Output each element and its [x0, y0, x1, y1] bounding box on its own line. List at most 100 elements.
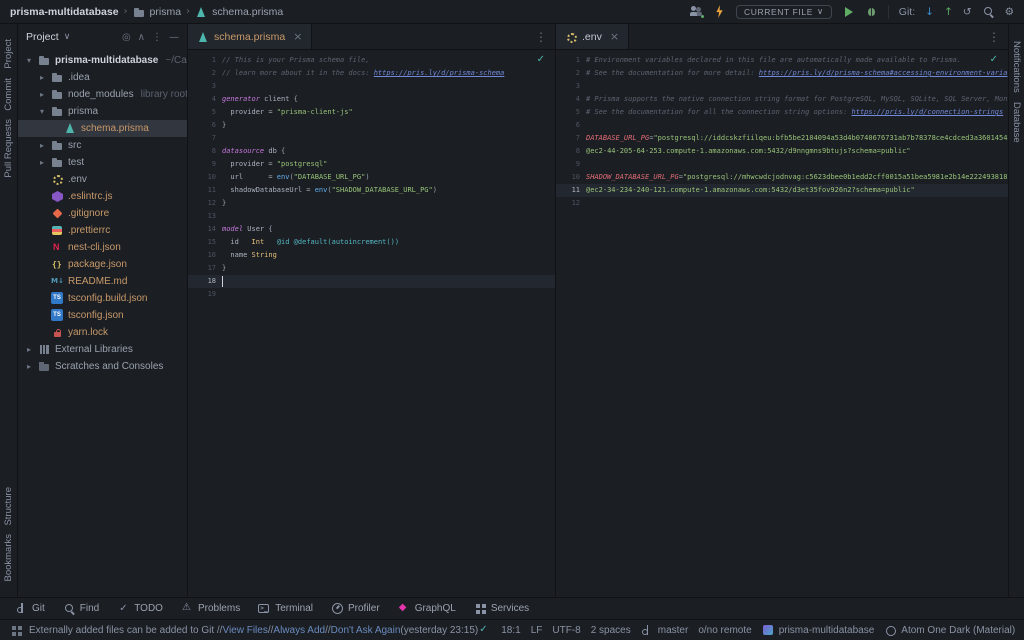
editor-options-icon[interactable]: ⋮: [527, 30, 555, 44]
tool-stripe-pull-requests[interactable]: Pull Requests: [3, 119, 14, 178]
project-panel-title[interactable]: Project: [26, 31, 59, 43]
toolwindow-button-problems[interactable]: Problems: [174, 600, 247, 617]
status-link[interactable]: Always Add: [273, 625, 325, 636]
line-number[interactable]: 4: [556, 93, 580, 106]
code-line[interactable]: }: [222, 119, 504, 132]
git-push-icon[interactable]: ↑: [944, 6, 953, 18]
line-number[interactable]: 2: [188, 67, 216, 80]
search-everywhere-icon[interactable]: [982, 5, 995, 18]
line-number[interactable]: 11: [188, 184, 216, 197]
line-number[interactable]: 7: [556, 132, 580, 145]
status-line-separator[interactable]: LF: [531, 625, 543, 636]
line-number[interactable]: 8: [188, 145, 216, 158]
chevron-right-icon[interactable]: ▸: [37, 90, 47, 99]
tree-item-nest-cli.json[interactable]: nest-cli.json: [18, 239, 187, 256]
line-number[interactable]: 19: [188, 288, 216, 301]
status-inspections-status[interactable]: [478, 624, 491, 637]
line-number[interactable]: 10: [556, 171, 580, 184]
editor-options-icon[interactable]: ⋮: [980, 30, 1008, 44]
code-area[interactable]: # Environment variables declared in this…: [586, 54, 1008, 210]
status-git-branch[interactable]: master: [641, 624, 689, 637]
chevron-down-icon[interactable]: ∨: [64, 32, 71, 42]
git-update-icon[interactable]: ↓: [925, 6, 934, 18]
inspections-ok-icon[interactable]: ✓: [990, 53, 998, 66]
status-indent-setting[interactable]: 2 spaces: [591, 625, 631, 636]
code-line[interactable]: datasource db {: [222, 145, 504, 158]
code-line[interactable]: [222, 275, 504, 288]
code-line[interactable]: name String: [222, 249, 504, 262]
line-number[interactable]: 9: [556, 158, 580, 171]
code-line[interactable]: @ec2-34-234-240-121.compute-1.amazonaws.…: [586, 184, 1008, 197]
code-line[interactable]: # Environment variables declared in this…: [586, 54, 1008, 67]
tree-item-package.json[interactable]: package.json: [18, 256, 187, 273]
breadcrumb-folder[interactable]: prisma: [150, 6, 182, 18]
code-line[interactable]: DATABASE_URL_PG="postgresql://iddcskzfii…: [586, 132, 1008, 145]
code-line[interactable]: // learn more about it in the docs: http…: [222, 67, 504, 80]
run-configuration-dropdown[interactable]: CURRENT FILE ∨: [736, 5, 832, 19]
line-number[interactable]: 17: [188, 262, 216, 275]
status-file-encoding[interactable]: UTF-8: [552, 625, 580, 636]
collaboration-icon[interactable]: [690, 5, 703, 18]
line-number[interactable]: 3: [188, 80, 216, 93]
code-line[interactable]: # Prisma supports the native connection …: [586, 93, 1008, 106]
tree-item-.eslintrc.js[interactable]: .eslintrc.js: [18, 188, 187, 205]
tree-item-tsconfig.json[interactable]: tsconfig.json: [18, 307, 187, 324]
tool-stripe-bookmarks[interactable]: Bookmarks: [3, 534, 14, 582]
toolwindow-button-todo[interactable]: TODO: [110, 600, 170, 617]
status-link[interactable]: View Files: [222, 625, 267, 636]
line-number[interactable]: 15: [188, 236, 216, 249]
toolwindow-button-terminal[interactable]: Terminal: [251, 600, 320, 617]
line-number[interactable]: 6: [556, 119, 580, 132]
tree-item-prisma-multidatabase[interactable]: ▾prisma-multidatabase~/CabbageApp...: [18, 52, 187, 69]
code-line[interactable]: [222, 132, 504, 145]
tree-item-schema.prisma[interactable]: schema.prisma: [18, 120, 187, 137]
status-project-name[interactable]: prisma-multidatabase: [762, 624, 875, 637]
code-line[interactable]: [222, 288, 504, 301]
tree-item-node_modules[interactable]: ▸node_moduleslibrary root: [18, 86, 187, 103]
settings-gear-icon[interactable]: ⚙: [1005, 6, 1014, 18]
code-line[interactable]: }: [222, 262, 504, 275]
tool-stripe-notifications[interactable]: Notifications: [1011, 41, 1022, 93]
line-number[interactable]: 11: [556, 184, 580, 197]
tree-item-src[interactable]: ▸src: [18, 137, 187, 154]
code-line[interactable]: provider = "postgresql": [222, 158, 504, 171]
code-line[interactable]: [586, 158, 1008, 171]
line-number[interactable]: 13: [188, 210, 216, 223]
tree-item-README.md[interactable]: README.md: [18, 273, 187, 290]
lightning-icon[interactable]: [713, 5, 726, 18]
chevron-down-icon[interactable]: ▾: [24, 56, 34, 65]
tree-item-yarn.lock[interactable]: yarn.lock: [18, 324, 187, 341]
editor-env[interactable]: 123456789101112 # Environment variables …: [556, 50, 1008, 597]
code-line[interactable]: shadowDatabaseUrl = env("SHADOW_DATABASE…: [222, 184, 504, 197]
tool-stripe-database[interactable]: Database: [1011, 102, 1022, 143]
code-line[interactable]: [586, 197, 1008, 210]
status-git-remote-status[interactable]: o/no remote: [698, 625, 751, 636]
chevron-right-icon[interactable]: ▸: [24, 362, 34, 371]
tree-item-.prettierrc[interactable]: .prettierrc: [18, 222, 187, 239]
code-line[interactable]: id Int @id @default(autoincrement()): [222, 236, 504, 249]
tree-item-prisma[interactable]: ▾prisma: [18, 103, 187, 120]
inspections-ok-icon[interactable]: ✓: [537, 53, 545, 66]
line-number[interactable]: 2: [556, 67, 580, 80]
tree-item-Scratches and Consoles[interactable]: ▸Scratches and Consoles: [18, 358, 187, 375]
code-line[interactable]: [586, 80, 1008, 93]
breadcrumb-file[interactable]: schema.prisma: [212, 6, 283, 18]
chevron-right-icon[interactable]: ▸: [37, 73, 47, 82]
code-line[interactable]: provider = "prisma-client-js": [222, 106, 504, 119]
tool-stripe-project[interactable]: Project: [3, 39, 14, 69]
close-tab-icon[interactable]: ×: [610, 30, 619, 43]
collapse-all-icon[interactable]: ∧: [138, 32, 145, 43]
tree-item-External Libraries[interactable]: ▸External Libraries: [18, 341, 187, 358]
git-history-icon[interactable]: ↺: [963, 6, 972, 18]
tab-schema-prisma[interactable]: schema.prisma ×: [188, 24, 312, 49]
code-line[interactable]: # See the documentation for all the conn…: [586, 106, 1008, 119]
code-line[interactable]: url = env("DATABASE_URL_PG"): [222, 171, 504, 184]
editor-schema-prisma[interactable]: 12345678910111213141516171819 // This is…: [188, 50, 555, 597]
breadcrumb-project[interactable]: prisma-multidatabase: [10, 6, 119, 18]
code-line[interactable]: generator client {: [222, 93, 504, 106]
line-number[interactable]: 12: [556, 197, 580, 210]
chevron-right-icon[interactable]: ▸: [24, 345, 34, 354]
tree-item-.idea[interactable]: ▸.idea: [18, 69, 187, 86]
tree-item-test[interactable]: ▸test: [18, 154, 187, 171]
code-line[interactable]: }: [222, 197, 504, 210]
